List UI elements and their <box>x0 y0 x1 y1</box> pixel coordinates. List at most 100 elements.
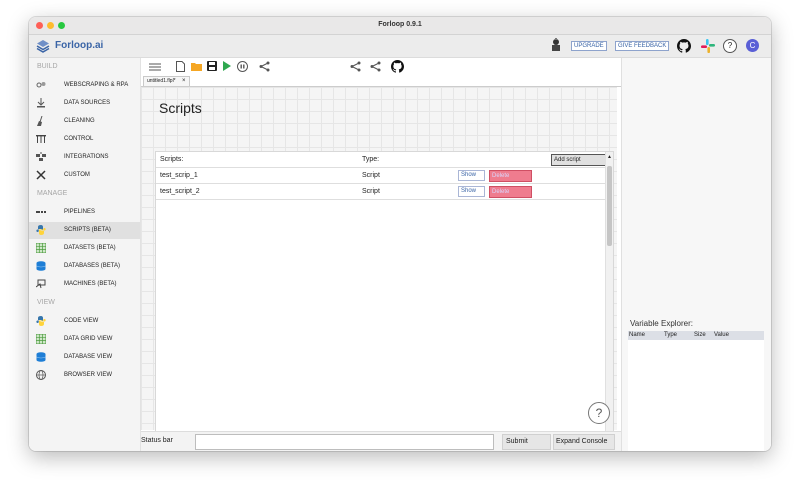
sidebar-item-label: DATABASES (BETA) <box>64 263 121 269</box>
sidebar-item-label: DATASETS (BETA) <box>64 245 116 251</box>
table-scrollbar[interactable]: ▲ <box>605 152 613 431</box>
pipelines-icon <box>36 211 46 213</box>
right-panel: Variable Explorer: Name Type Size Value <box>621 58 771 451</box>
table-header-row: Scripts: Type: Add script <box>156 152 607 168</box>
help-button[interactable]: ? <box>588 402 610 424</box>
python-icon <box>36 225 46 235</box>
github-icon[interactable] <box>391 60 404 73</box>
menu-icon[interactable] <box>149 62 161 72</box>
tab-untitled1[interactable]: untitled1.flpl* × <box>143 76 190 86</box>
database-icon <box>36 352 46 362</box>
toolbar <box>141 58 621 76</box>
sidebar-item-browser-view[interactable]: BROWSER VIEW <box>29 367 140 384</box>
sidebar-item-label: PIPELINES <box>64 209 96 215</box>
scroll-up-arrow[interactable]: ▲ <box>607 154 612 160</box>
give-feedback-button[interactable]: GIVE FEEDBACK <box>615 41 670 51</box>
sidebar-item-label: CODE VIEW <box>64 318 99 324</box>
window-title: Forloop 0.9.1 <box>378 21 422 28</box>
sidebar-item-control[interactable]: CONTROL <box>29 131 140 148</box>
brand-name: Forloop.ai <box>55 40 104 51</box>
new-file-icon[interactable] <box>176 61 185 72</box>
build-section-label: BUILD <box>37 63 58 70</box>
sidebar-item-label: WEBSCRAPING & RPA <box>64 82 129 88</box>
inspector-icon[interactable] <box>550 38 562 52</box>
sidebar-item-data-grid-view[interactable]: DATA GRID VIEW <box>29 331 140 348</box>
save-icon[interactable] <box>207 61 217 71</box>
slack-icon[interactable] <box>701 39 715 53</box>
delete-script-button[interactable]: Delete <box>489 170 532 182</box>
delete-script-button[interactable]: Delete <box>489 186 532 198</box>
sidebar-item-label: MACHINES (BETA) <box>64 281 117 287</box>
help-icon[interactable]: ? <box>723 39 737 53</box>
webscraping-icon <box>36 82 46 88</box>
tab-close-icon[interactable]: × <box>182 78 186 84</box>
sidebar-item-integrations[interactable]: INTEGRATIONS <box>29 149 140 166</box>
grid-icon <box>36 334 46 344</box>
share-icon[interactable] <box>350 61 361 72</box>
sidebar-item-label: CUSTOM <box>64 172 90 178</box>
app-window: Forloop 0.9.1 Forloop.ai UPGRADE GIVE FE… <box>29 17 771 451</box>
integrations-icon <box>36 152 46 161</box>
database-icon <box>36 261 46 271</box>
main-panel: untitled1.flpl* × Scripts Scripts: Type:… <box>141 58 621 451</box>
sidebar-item-datasets[interactable]: DATASETS (BETA) <box>29 240 140 257</box>
explorer-column-size: Size <box>694 332 706 338</box>
script-name: test_scrip_1 <box>160 172 198 179</box>
expand-console-button[interactable]: Expand Console <box>553 434 615 450</box>
column-header-scripts: Scripts: <box>160 156 184 163</box>
explorer-column-value: Value <box>714 332 729 338</box>
script-type: Script <box>362 172 380 179</box>
status-input[interactable] <box>195 434 494 450</box>
python-icon <box>36 316 46 326</box>
sidebar-item-label: DATABASE VIEW <box>64 354 113 360</box>
globe-icon <box>36 370 46 380</box>
status-label: Status bar <box>141 437 173 444</box>
stop-icon[interactable] <box>237 61 248 72</box>
tab-label: untitled1.flpl* <box>147 78 176 84</box>
sidebar-item-data-sources[interactable]: DATA SOURCES <box>29 95 140 112</box>
show-script-button[interactable]: Show <box>458 170 485 181</box>
sidebar-item-label: BROWSER VIEW <box>64 372 113 378</box>
sidebar-item-label: DATA SOURCES <box>64 100 111 106</box>
share-icon[interactable] <box>259 61 270 72</box>
sidebar-item-machines[interactable]: MACHINES (BETA) <box>29 276 140 293</box>
variable-explorer-header: Name Type Size Value <box>628 331 764 340</box>
status-bar: Status bar Submit Expand Console <box>141 431 621 451</box>
explorer-column-name: Name <box>629 332 646 338</box>
table-row: test_scrip_1 Script Show Delete <box>156 168 605 184</box>
sidebar-item-webscraping[interactable]: WEBSCRAPING & RPA <box>29 77 140 94</box>
sidebar-item-scripts[interactable]: SCRIPTS (BETA) <box>29 222 140 239</box>
show-script-button[interactable]: Show <box>458 186 485 197</box>
sidebar-item-pipelines[interactable]: PIPELINES <box>29 204 140 221</box>
machine-icon <box>36 279 46 289</box>
sidebar-item-custom[interactable]: CUSTOM <box>29 167 140 184</box>
data-sources-icon <box>37 98 45 108</box>
sidebar-item-cleaning[interactable]: CLEANING <box>29 113 140 130</box>
sidebar-item-label: SCRIPTS (BETA) <box>64 227 111 233</box>
github-icon[interactable] <box>677 39 691 53</box>
script-type: Script <box>362 188 380 195</box>
scrollbar-thumb[interactable] <box>607 166 612 246</box>
scripts-table: Scripts: Type: Add script test_scrip_1 S… <box>155 151 614 432</box>
sidebar-item-databases[interactable]: DATABASES (BETA) <box>29 258 140 275</box>
manage-section-label: MANAGE <box>37 190 68 197</box>
sidebar: BUILD WEBSCRAPING & RPA DATA SOURCES CLE… <box>29 58 141 451</box>
variable-explorer-body <box>628 340 764 451</box>
sidebar-item-label: CONTROL <box>64 136 94 142</box>
add-script-button[interactable]: Add script <box>551 154 607 166</box>
variable-explorer-title: Variable Explorer: <box>630 319 693 328</box>
upgrade-button[interactable]: UPGRADE <box>571 41 607 51</box>
submit-button[interactable]: Submit <box>502 434 551 450</box>
open-folder-icon[interactable] <box>191 62 202 71</box>
sidebar-item-database-view[interactable]: DATABASE VIEW <box>29 349 140 366</box>
sidebar-item-code-view[interactable]: CODE VIEW <box>29 313 140 330</box>
sidebar-item-label: INTEGRATIONS <box>64 154 109 160</box>
grid-icon <box>36 243 46 253</box>
share-icon[interactable] <box>370 61 381 72</box>
run-icon[interactable] <box>223 61 231 71</box>
page-title: Scripts <box>159 100 202 116</box>
avatar[interactable]: C <box>746 39 759 52</box>
script-name: test_script_2 <box>160 188 200 195</box>
tab-bar: untitled1.flpl* × <box>141 76 621 87</box>
column-header-type: Type: <box>362 156 380 163</box>
